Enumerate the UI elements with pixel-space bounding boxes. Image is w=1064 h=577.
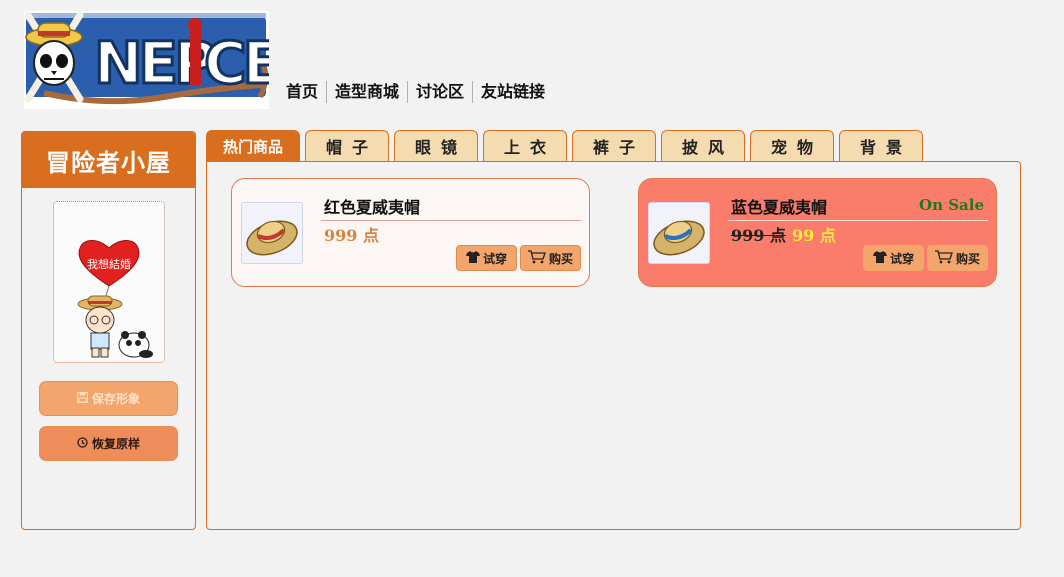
on-sale-badge: On Sale	[919, 196, 984, 214]
try-on-button[interactable]: 试穿	[456, 245, 517, 271]
restore-look-label: 恢复原样	[91, 437, 140, 451]
product-price: 999 点 99 点	[731, 222, 836, 246]
buy-button[interactable]: 购买	[520, 245, 581, 271]
tab-capes[interactable]: 披风	[661, 130, 745, 161]
cart-icon	[934, 249, 953, 267]
tab-pets[interactable]: 宠物	[750, 130, 834, 161]
buy-label: 购买	[955, 251, 980, 266]
original-price: 999 点	[731, 226, 786, 245]
shirt-icon	[465, 250, 480, 266]
tab-tops[interactable]: 上衣	[483, 130, 567, 161]
nav-links[interactable]: 友站链接	[473, 81, 553, 103]
avatar-preview: 我想結婚	[53, 201, 165, 363]
tab-hot[interactable]: 热门商品	[206, 130, 300, 161]
buy-button[interactable]: 购买	[927, 245, 988, 271]
nav-shop[interactable]: 造型商城	[327, 81, 409, 103]
heart-balloon-text: 我想結婚	[87, 257, 131, 271]
sale-price: 99 点	[791, 226, 836, 245]
product-panel: 红色夏威夷帽 999 点 试穿 购买 蓝色夏威夷帽 On Sale 999 点 …	[206, 161, 1021, 530]
restore-look-button[interactable]: 恢复原样	[39, 426, 178, 461]
try-on-label: 试穿	[889, 251, 914, 266]
category-tabs: 热门商品 帽子 眼镜 上衣 裤子 披风 宠物 背景	[206, 130, 923, 161]
svg-text:CE: CE	[204, 29, 269, 97]
product-thumbnail[interactable]	[241, 202, 303, 264]
adventurer-panel: 冒险者小屋 我想結婚 保存形象 恢复原样	[21, 131, 196, 530]
product-card-sale: 蓝色夏威夷帽 On Sale 999 点 99 点 试穿 购买	[638, 178, 997, 287]
tab-pants[interactable]: 裤子	[572, 130, 656, 161]
try-on-label: 试穿	[482, 251, 507, 266]
product-price: 999 点	[324, 226, 379, 245]
nav-forum[interactable]: 讨论区	[408, 81, 474, 103]
one-piece-logo[interactable]: NEP CE	[24, 11, 284, 109]
product-name: 红色夏威夷帽	[321, 194, 581, 221]
save-look-label: 保存形象	[91, 392, 140, 406]
main-nav: 首页 造型商城 讨论区 友站链接	[278, 80, 553, 104]
shirt-icon	[872, 250, 887, 266]
cart-icon	[527, 249, 546, 267]
product-card: 红色夏威夷帽 999 点 试穿 购买	[231, 178, 590, 287]
history-icon	[77, 436, 88, 451]
panel-title: 冒险者小屋	[22, 132, 195, 188]
tab-hats[interactable]: 帽子	[305, 130, 389, 161]
nav-home[interactable]: 首页	[278, 81, 328, 103]
product-thumbnail[interactable]	[648, 202, 710, 264]
tab-backgrounds[interactable]: 背景	[839, 130, 923, 161]
tab-glasses[interactable]: 眼镜	[394, 130, 478, 161]
buy-label: 购买	[548, 251, 573, 266]
save-look-button[interactable]: 保存形象	[39, 381, 178, 416]
floppy-disk-icon	[76, 391, 88, 406]
try-on-button[interactable]: 试穿	[863, 245, 924, 271]
